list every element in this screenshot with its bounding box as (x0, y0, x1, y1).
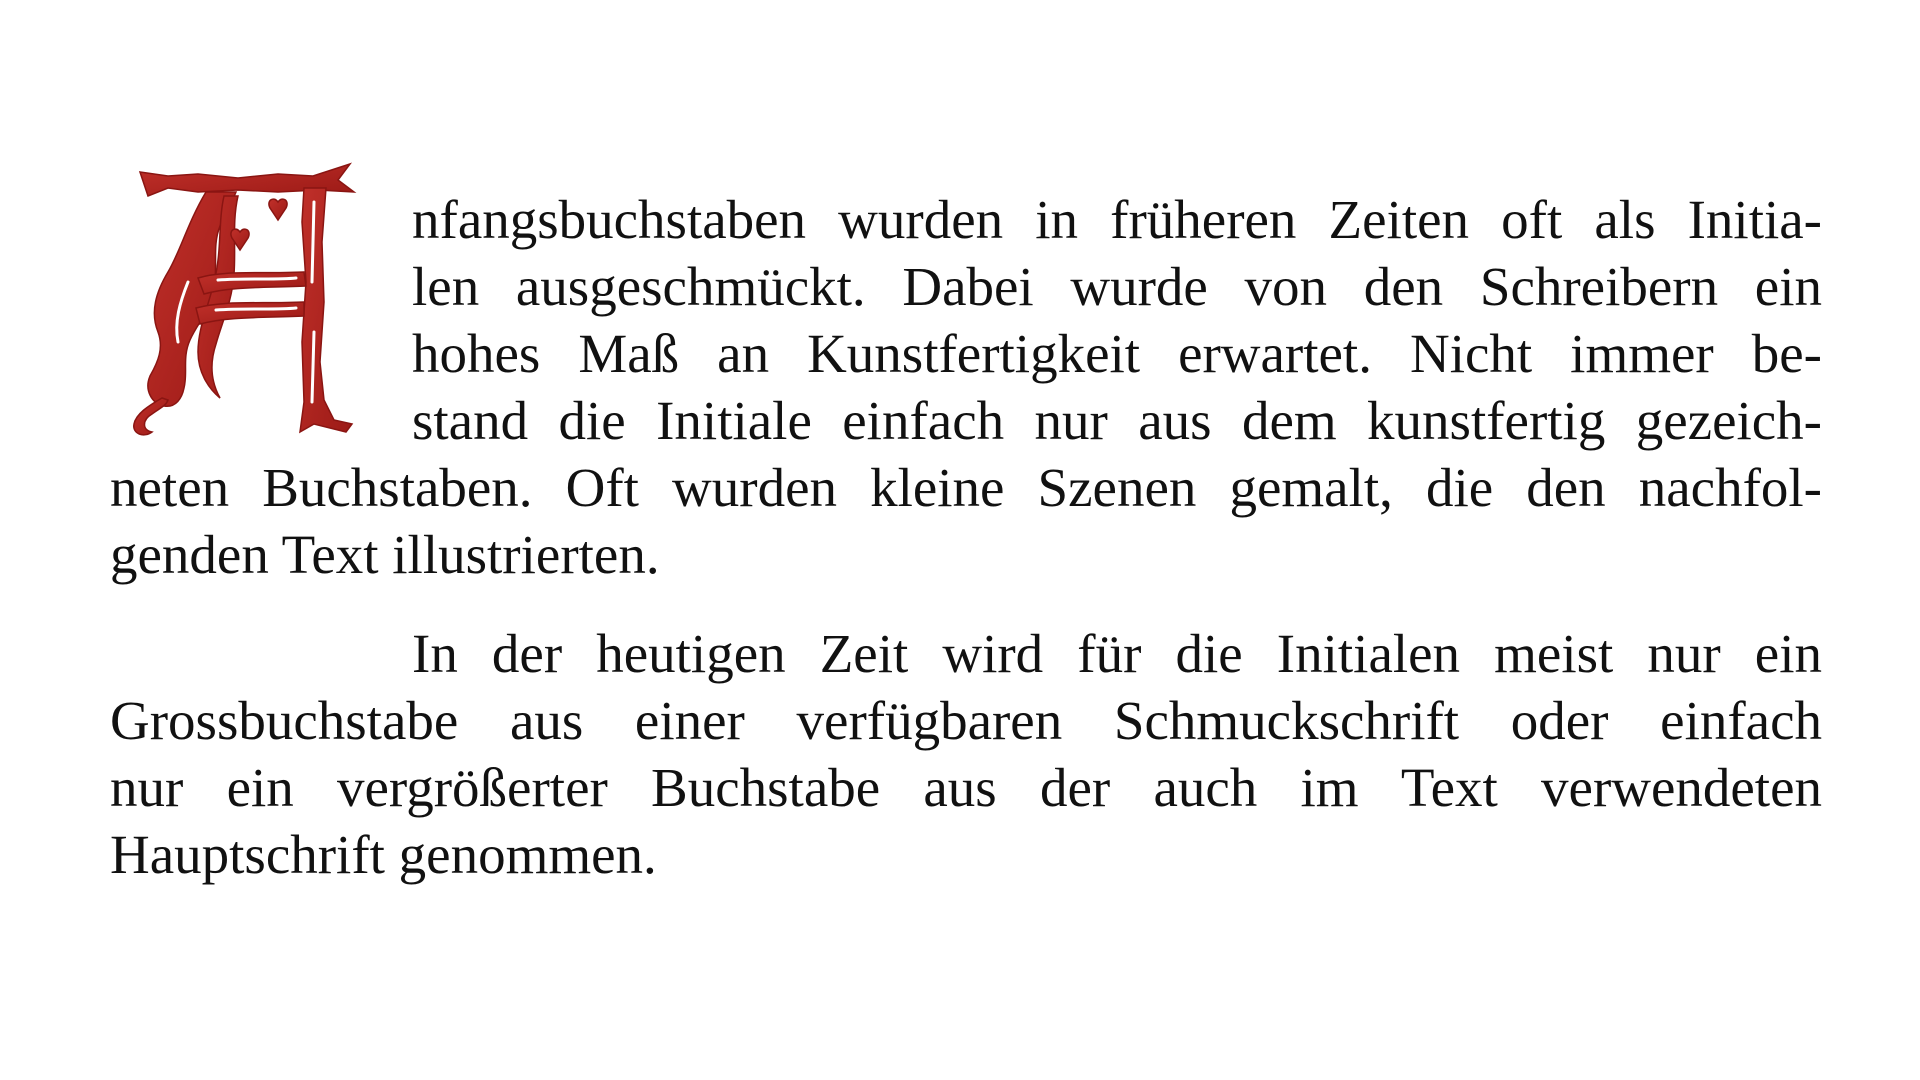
paragraph-1-line-1: nfangsbuchstaben wurden in früheren Zeit… (412, 189, 1822, 250)
paragraph-2-line-1: In der heutigen Zeit wird für die Initia… (412, 623, 1822, 684)
paragraph-2-line-4: Hauptschrift genommen. (110, 824, 657, 885)
paragraph-1-line-5: neten Buchstaben. Oft wurden kleine Szen… (110, 457, 1822, 518)
paragraph-1-line-3: hohes Maß an Kunstfertigkeit erwartet. N… (412, 323, 1822, 384)
paragraph-2-line-3: nur ein vergrößerter Buchstabe aus der a… (110, 757, 1822, 818)
paragraph-1-line-4: stand die Initiale einfach nur aus dem k… (412, 390, 1822, 451)
paragraph-1-line-2: len ausgeschmückt. Dabei wurde von den S… (412, 256, 1822, 317)
document-page: nfangsbuchstaben wurden in früheren Zeit… (0, 0, 1920, 1080)
paragraph-1-line-6: genden Text illustrierten. (110, 524, 660, 585)
decorated-initial-a (128, 162, 364, 438)
paragraph-2-line-2: Grossbuchstabe aus einer verfügbaren Sch… (110, 690, 1822, 751)
